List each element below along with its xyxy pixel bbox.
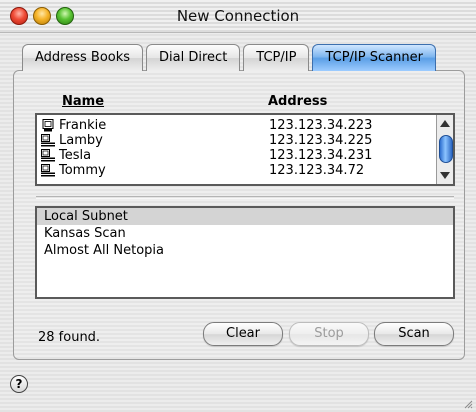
split-divider[interactable]	[36, 196, 454, 197]
host-address: 123.123.34.72	[269, 163, 365, 178]
resize-grip-icon[interactable]	[463, 399, 473, 409]
single-computer-icon	[42, 119, 54, 132]
tab-tcp-ip-scanner[interactable]: TCP/IP Scanner	[312, 44, 436, 71]
list-item[interactable]: Tesla 123.123.34.231	[37, 148, 427, 163]
split-divider-highlight	[36, 198, 454, 199]
host-name: Lamby	[59, 133, 103, 148]
name-column-header[interactable]: Name	[62, 94, 104, 109]
stop-button[interactable]: Stop	[289, 322, 369, 346]
host-name: Tommy	[59, 163, 106, 178]
networked-computer-icon	[41, 149, 55, 162]
list-item[interactable]: Frankie 123.123.34.223	[37, 118, 427, 133]
list-item[interactable]: Lamby 123.123.34.225	[37, 133, 427, 148]
results-scrollbar[interactable]	[436, 115, 453, 184]
host-address: 123.123.34.231	[269, 148, 373, 163]
tab-tcp-ip[interactable]: TCP/IP	[243, 44, 310, 71]
host-address: 123.123.34.225	[269, 133, 373, 148]
host-address: 123.123.34.223	[269, 118, 373, 133]
help-button[interactable]: ?	[10, 375, 28, 393]
found-count-status: 28 found.	[38, 330, 101, 345]
new-connection-window: New Connection Address Books Dial Direct…	[0, 0, 476, 412]
scan-set-item-local-subnet[interactable]: Local Subnet	[37, 208, 453, 225]
results-list[interactable]: Frankie 123.123.34.223 Lamby 123.123.34.…	[35, 113, 455, 186]
networked-computer-icon	[41, 134, 55, 147]
clear-button[interactable]: Clear	[203, 322, 283, 346]
host-name: Tesla	[59, 148, 92, 163]
tab-bar: Address Books Dial Direct TCP/IP TCP/IP …	[22, 44, 439, 72]
networked-computer-icon	[41, 164, 55, 177]
scan-set-list[interactable]: Local Subnet Kansas Scan Almost All Neto…	[35, 206, 455, 299]
scan-set-item-almost-all-netopia[interactable]: Almost All Netopia	[37, 242, 453, 259]
tab-address-books[interactable]: Address Books	[22, 44, 144, 71]
address-column-header[interactable]: Address	[268, 94, 327, 109]
scan-set-item-kansas-scan[interactable]: Kansas Scan	[37, 225, 453, 242]
tab-dial-direct[interactable]: Dial Direct	[146, 44, 241, 71]
scroll-down-arrow-icon[interactable]	[440, 172, 450, 179]
list-item[interactable]: Tommy 123.123.34.72	[37, 163, 427, 178]
host-name: Frankie	[59, 118, 107, 133]
scroll-thumb[interactable]	[439, 135, 453, 163]
scan-button[interactable]: Scan	[374, 322, 454, 346]
window-title: New Connection	[176, 7, 300, 25]
title-bar[interactable]: New Connection	[0, 0, 476, 33]
scroll-up-arrow-icon[interactable]	[440, 120, 450, 127]
